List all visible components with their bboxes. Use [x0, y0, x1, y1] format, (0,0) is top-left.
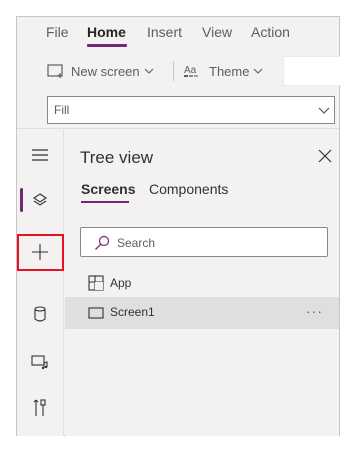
media-button[interactable]	[17, 344, 63, 380]
tab-screens[interactable]: Screens	[81, 181, 135, 197]
left-rail	[17, 130, 64, 436]
screen-icon	[88, 307, 104, 319]
tree-item-label: Screen1	[110, 305, 155, 319]
toolbar-overflow-area	[283, 56, 341, 86]
advanced-tools-button[interactable]	[17, 390, 63, 426]
toolbar-divider	[173, 61, 174, 81]
data-button[interactable]	[17, 296, 63, 332]
more-options-icon[interactable]: ···	[306, 303, 323, 319]
tree-item-screen1[interactable]: Screen1 ···	[65, 297, 339, 329]
formula-bar: Fill	[17, 93, 339, 129]
tree-view-button[interactable]	[17, 182, 63, 218]
layers-icon	[33, 193, 47, 206]
active-tab-underline	[81, 201, 129, 203]
database-icon	[34, 306, 46, 322]
menu-view[interactable]: View	[202, 24, 232, 40]
chevron-down-icon	[254, 68, 263, 74]
search-placeholder: Search	[117, 236, 156, 250]
menu-insert[interactable]: Insert	[147, 24, 182, 40]
new-screen-button[interactable]: New screen	[47, 50, 154, 92]
new-screen-label: New screen	[71, 63, 140, 79]
tree-view-pane: Tree view Screens Components Search App	[65, 130, 339, 436]
search-icon	[95, 235, 110, 250]
property-value: Fill	[54, 103, 70, 117]
pane-title: Tree view	[80, 148, 154, 167]
menu-action[interactable]: Action	[251, 24, 290, 40]
tools-icon	[33, 399, 46, 416]
svg-text:Aa: Aa	[184, 65, 197, 76]
search-input[interactable]: Search	[80, 227, 328, 257]
theme-icon: Aa	[184, 65, 198, 77]
chevron-down-icon	[318, 107, 330, 114]
menu-bar: File Home Insert View Action	[17, 17, 339, 49]
theme-button[interactable]: Aa Theme	[184, 50, 263, 92]
hamburger-icon	[32, 149, 48, 161]
tree-item-app[interactable]: App	[65, 268, 339, 298]
property-dropdown[interactable]: Fill	[47, 96, 335, 124]
active-menu-underline	[87, 44, 127, 47]
active-rail-indicator	[20, 188, 23, 212]
command-toolbar: New screen Aa Theme	[17, 50, 341, 92]
chevron-down-icon	[144, 68, 154, 74]
tree-item-label: App	[110, 276, 132, 290]
menu-file[interactable]: File	[46, 24, 69, 40]
media-icon	[31, 355, 48, 370]
power-apps-studio-panel: File Home Insert View Action New screen …	[16, 16, 341, 436]
app-icon	[88, 275, 104, 291]
insert-highlight-callout	[17, 234, 64, 271]
hamburger-menu-button[interactable]	[17, 137, 63, 173]
close-icon[interactable]	[317, 148, 333, 164]
menu-home[interactable]: Home	[87, 24, 126, 40]
new-screen-icon	[47, 64, 63, 78]
theme-label: Theme	[209, 63, 250, 79]
tab-components[interactable]: Components	[149, 181, 228, 197]
